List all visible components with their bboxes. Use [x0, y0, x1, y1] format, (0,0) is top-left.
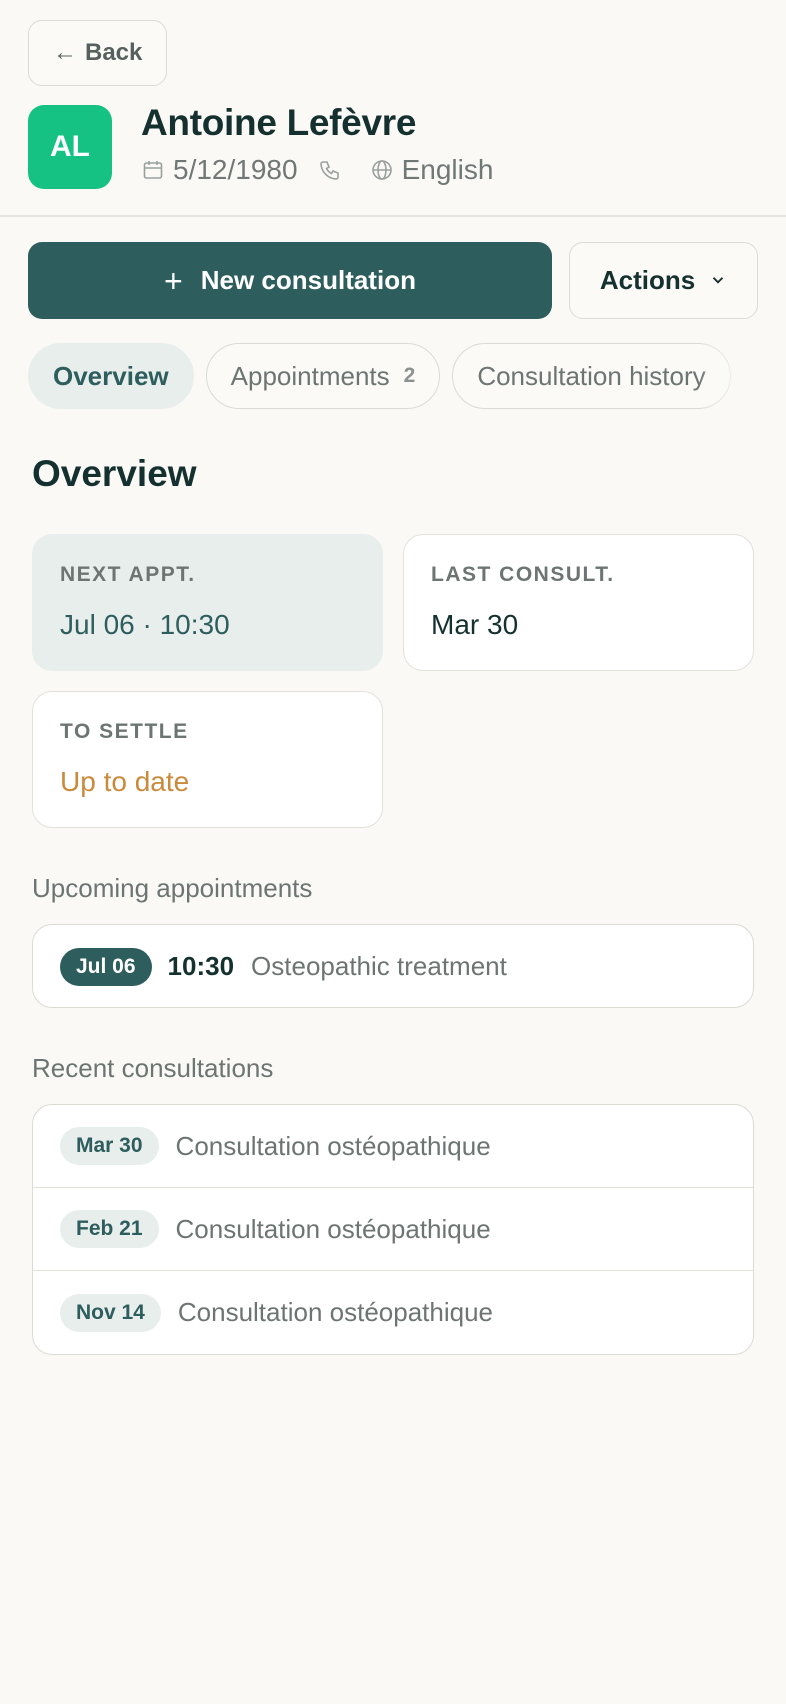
card-value: Mar 30 — [431, 609, 519, 640]
tab-consultation-history[interactable]: Consultation history — [452, 343, 731, 409]
list-item[interactable]: Mar 30 Consultation ostéopathique — [33, 1105, 753, 1188]
new-consultation-label: New consultation — [200, 265, 416, 295]
consultation-label: Consultation ostéopathique — [175, 1213, 491, 1244]
birth-date-item: 5/12/1980 — [141, 154, 298, 186]
patient-meta: 5/12/1980 English — [141, 154, 513, 186]
patient-summary: AL Antoine Lefèvre 5/12/1980 English — [28, 102, 513, 189]
to-settle-card[interactable]: TO SETTLE Up to date — [32, 691, 383, 828]
patient-info: Antoine Lefèvre 5/12/1980 English — [141, 102, 513, 186]
tab-label: Overview — [53, 360, 169, 391]
chevron-down-icon — [709, 265, 727, 296]
globe-icon — [370, 158, 394, 182]
new-consultation-button[interactable]: + New consultation — [28, 242, 552, 319]
recent-list: Mar 30 Consultation ostéopathique Feb 21… — [32, 1104, 754, 1355]
tab-appointments[interactable]: Appointments 2 — [205, 343, 441, 409]
last-consult-card[interactable]: LAST CONSULT. Mar 30 — [403, 534, 754, 671]
list-item[interactable]: Nov 14 Consultation ostéopathique — [33, 1271, 753, 1354]
phone-icon[interactable] — [318, 158, 342, 182]
plus-icon: + — [164, 262, 183, 299]
next-appointment-card[interactable]: NEXT APPT. Jul 06 · 10:30 — [32, 534, 383, 671]
date-badge: Jul 06 — [60, 947, 152, 986]
date-badge: Nov 14 — [60, 1293, 161, 1332]
back-label: Back — [85, 39, 143, 66]
calendar-icon — [141, 158, 165, 182]
tab-bar: Overview Appointments 2 Consultation his… — [28, 343, 758, 409]
actions-row: + New consultation Actions — [28, 242, 758, 319]
actions-dropdown-button[interactable]: Actions — [569, 242, 758, 319]
list-item[interactable]: Jul 06 10:30 Osteopathic treatment — [33, 925, 753, 1007]
language-item: English — [370, 154, 494, 186]
arrow-left-icon: ← — [53, 39, 77, 66]
tab-count: 2 — [403, 364, 416, 387]
avatar: AL — [28, 105, 112, 189]
tab-overview[interactable]: Overview — [28, 343, 194, 409]
appointment-time: 10:30 — [167, 951, 235, 981]
patient-name: Antoine Lefèvre — [141, 102, 417, 143]
upcoming-title: Upcoming appointments — [32, 873, 313, 903]
date-badge: Mar 30 — [60, 1127, 159, 1165]
card-label: TO SETTLE — [60, 720, 189, 743]
card-label: LAST CONSULT. — [431, 563, 615, 586]
tab-label: Appointments — [230, 360, 390, 391]
tab-label: Consultation history — [477, 360, 706, 391]
recent-title: Recent consultations — [32, 1053, 274, 1083]
card-value: Up to date — [60, 766, 190, 797]
consultation-label: Consultation ostéopathique — [177, 1297, 493, 1327]
appointment-type: Osteopathic treatment — [251, 951, 507, 981]
card-label: NEXT APPT. — [60, 563, 196, 586]
card-value: Jul 06 · 10:30 — [60, 609, 230, 640]
language: English — [401, 154, 494, 185]
upcoming-list: Jul 06 10:30 Osteopathic treatment — [32, 924, 754, 1008]
actions-label: Actions — [599, 265, 696, 295]
phone-item[interactable] — [318, 158, 350, 182]
birth-date: 5/12/1980 — [173, 154, 298, 185]
date-badge: Feb 21 — [60, 1210, 159, 1248]
section-title: Overview — [32, 453, 197, 494]
list-item[interactable]: Feb 21 Consultation ostéopathique — [33, 1188, 753, 1271]
back-button[interactable]: ← Back — [28, 20, 168, 86]
patient-header: ← Back AL Antoine Lefèvre 5/12/1980 Engl… — [0, 0, 786, 217]
consultation-label: Consultation ostéopathique — [175, 1130, 491, 1161]
